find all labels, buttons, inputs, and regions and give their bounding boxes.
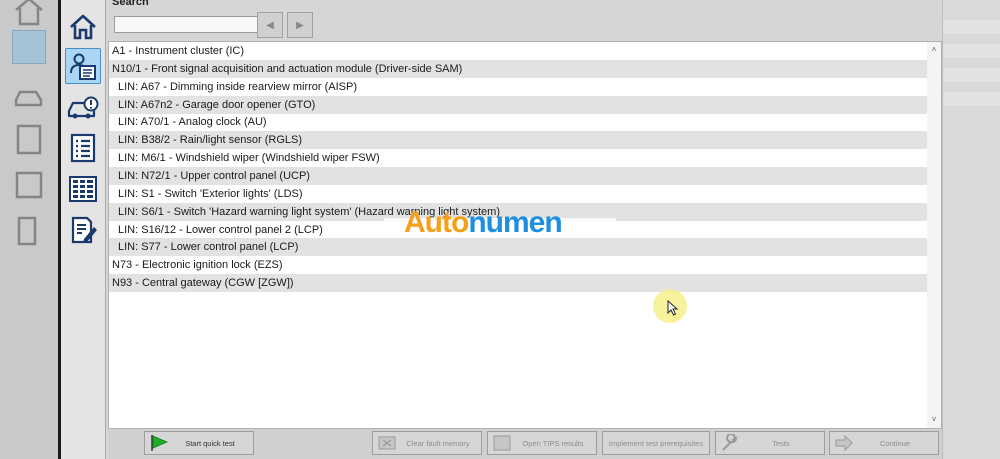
search-input[interactable] [114,16,260,33]
list-item[interactable]: N73 - Electronic ignition lock (EZS) [109,256,927,274]
search-label: Search [112,0,149,8]
control-units-button[interactable] [65,48,101,84]
start-quick-test-button[interactable]: Start quick test [144,431,254,455]
wrench-icon [722,434,738,451]
previous-button[interactable]: ◀ [257,12,283,38]
watermark-logo: Autonumen [404,206,563,240]
control-unit-list-icon[interactable] [12,30,46,64]
grid-list-icon [69,176,97,202]
home-icon[interactable] [12,0,46,28]
list-item[interactable]: A1 - Instrument cluster (IC) [109,42,927,60]
tests-button[interactable]: Tests [715,431,825,455]
scroll-down-icon[interactable]: ˅ [927,414,941,426]
start-quick-test-label: Start quick test [185,438,235,448]
main-toolbar [61,0,106,459]
continue-label: Continue [879,438,911,448]
list-item[interactable]: LIN: B38/2 - Rain/light sensor (RGLS) [109,131,927,150]
document-edit-icon [71,216,97,244]
action-bar: Start quick test Clear fault memory Open… [108,429,942,459]
list-item[interactable]: N10/1 - Front signal acquisition and act… [109,59,927,78]
clear-fault-memory-label: Clear fault memory [406,438,470,448]
vehicle-warning-button[interactable] [65,90,101,126]
right-panel-row [943,20,1000,34]
clear-memory-icon [378,436,396,450]
arrow-right-icon [835,434,853,452]
chevron-left-icon: ◀ [266,19,274,31]
list-item[interactable]: LIN: N72/1 - Upper control panel (UCP) [109,166,927,185]
watermark-part2: numen [468,206,562,239]
checklist-icon[interactable] [12,122,46,156]
home-icon [70,14,96,40]
implement-test-prerequisites-label: Implement test prerequisites [608,438,704,448]
list-item[interactable]: LIN: A67 - Dimming inside rearview mirro… [109,78,927,96]
home-button[interactable] [65,9,101,45]
tips-icon [493,435,511,451]
vehicle-warning-icon [67,96,99,119]
list-item[interactable]: LIN: M6/1 - Windshield wiper (Windshield… [109,149,927,167]
continue-button[interactable]: Continue [829,431,939,455]
outer-sidebar [0,0,61,459]
right-panel-row [943,44,1000,58]
vertical-scrollbar[interactable]: ˄ ˅ [927,42,941,428]
implement-test-prerequisites-button[interactable]: Implement test prerequisites [602,431,710,455]
right-panel-row [943,92,1000,106]
list-item[interactable]: LIN: A67n2 - Garage door opener (GTO) [109,95,927,114]
chevron-right-icon: ▶ [296,19,304,31]
vehicle-warning-icon[interactable] [12,80,46,114]
list-item[interactable]: LIN: S77 - Lower control panel (LCP) [109,238,927,257]
open-tips-results-label: Open TIPS results [522,438,584,448]
right-panel [942,0,1000,459]
flag-icon [151,435,169,451]
tests-label: Tests [772,438,790,448]
watermark-part1: Auto [404,206,469,239]
document-edit-icon[interactable] [12,214,46,248]
clear-fault-memory-button[interactable]: Clear fault memory [372,431,482,455]
mouse-cursor-icon [667,300,679,316]
checklist-icon [70,133,96,163]
grid-list-button[interactable] [65,171,101,207]
grid-list-icon[interactable] [12,168,46,202]
list-item[interactable]: LIN: S1 - Switch 'Exterior lights' (LDS) [109,185,927,203]
next-button[interactable]: ▶ [287,12,313,38]
right-panel-row [943,68,1000,82]
document-edit-button[interactable] [65,212,101,248]
list-item[interactable]: N93 - Central gateway (CGW [ZGW]) [109,274,927,293]
scroll-up-icon[interactable]: ˄ [927,44,941,56]
list-item[interactable]: LIN: A70/1 - Analog clock (AU) [109,113,927,131]
control-unit-list-icon [70,53,96,80]
checklist-button[interactable] [65,130,101,166]
open-tips-results-button[interactable]: Open TIPS results [487,431,597,455]
